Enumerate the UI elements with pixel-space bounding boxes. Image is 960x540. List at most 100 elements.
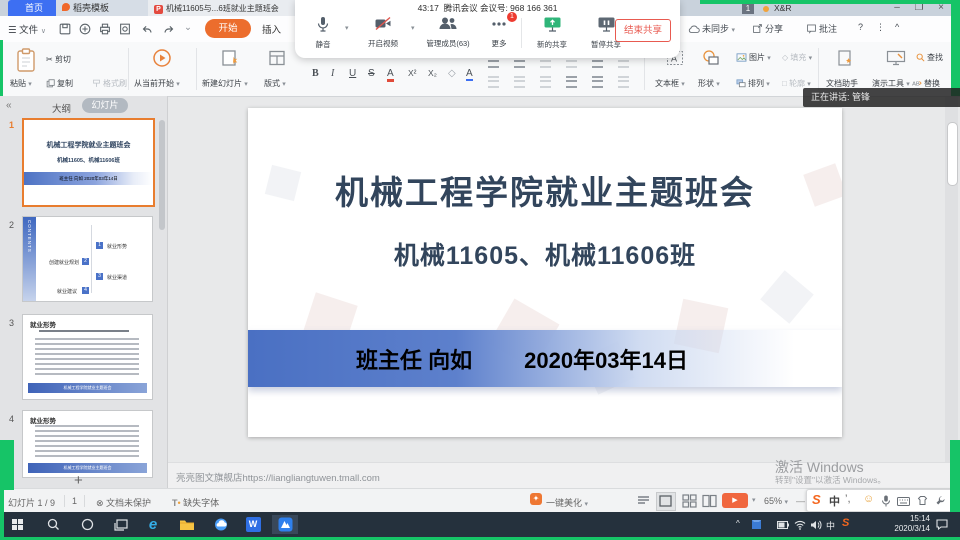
- align-right-icon[interactable]: [540, 76, 551, 88]
- split-view-icon[interactable]: [702, 494, 717, 508]
- font-color-button[interactable]: A: [387, 68, 394, 82]
- play-from-current-icon[interactable]: [152, 48, 172, 68]
- tab-home[interactable]: 首页: [8, 0, 60, 16]
- output-icon[interactable]: [78, 22, 92, 36]
- zoom-level[interactable]: 65% ▾: [764, 496, 788, 506]
- notes-view-icon[interactable]: [636, 494, 651, 508]
- cloud-sync-button[interactable]: 未同步 ▾: [688, 22, 735, 35]
- share-button[interactable]: 分享: [752, 22, 783, 35]
- help-button[interactable]: ?: [858, 22, 863, 32]
- missing-font-status[interactable]: T• 缺失字体: [172, 496, 219, 509]
- ribbon-tab-insert[interactable]: 插入: [262, 22, 281, 36]
- notification-center-button[interactable]: [932, 515, 952, 534]
- new-share-button[interactable]: 新的共享: [527, 16, 577, 50]
- zoom-out-button[interactable]: —: [796, 496, 805, 506]
- slide-canvas[interactable]: 机械工程学院就业主题班会 机械11605、机械11606班 班主任 向如 202…: [248, 108, 842, 437]
- video-options-caret[interactable]: ▾: [411, 24, 415, 32]
- shapes-button[interactable]: 形状 ▾: [698, 78, 720, 89]
- cortana-button[interactable]: [74, 515, 100, 534]
- textbox-button[interactable]: 文本框 ▾: [655, 78, 685, 89]
- copy-button[interactable]: 复制: [46, 78, 73, 89]
- beautify-icon[interactable]: ✦: [530, 493, 542, 505]
- layout-icon[interactable]: [268, 49, 286, 67]
- align-center-icon[interactable]: [514, 76, 525, 88]
- arrange-button[interactable]: 排列 ▾: [736, 78, 770, 89]
- tab-docker-templates[interactable]: 稻壳模板: [56, 0, 154, 16]
- slide-subtitle-text[interactable]: 机械11605、机械11606班: [248, 236, 842, 272]
- paste-button[interactable]: 粘贴 ▾: [10, 78, 32, 89]
- pinyin-button[interactable]: A: [466, 68, 473, 81]
- tab-outline[interactable]: 大纲: [52, 101, 71, 115]
- justify-icon[interactable]: [566, 76, 577, 88]
- slideshow-play-button[interactable]: ▶: [722, 493, 748, 508]
- doc-assistant-icon[interactable]: [836, 49, 854, 67]
- underline-button[interactable]: U: [349, 68, 356, 79]
- protect-status[interactable]: ⊗ 文档未保护: [96, 496, 151, 509]
- toolbar-more-caret[interactable]: ⌄: [184, 22, 192, 33]
- battery-tray-button[interactable]: [774, 515, 792, 534]
- keyboard-icon[interactable]: [897, 497, 910, 506]
- file-menu[interactable]: ☰ 文件 ∨: [8, 22, 46, 36]
- italic-button[interactable]: I: [331, 68, 334, 79]
- ad-text[interactable]: 亮亮图文旗舰店https://liangliangtuwen.tmall.com: [176, 470, 380, 484]
- volume-tray-button[interactable]: [808, 515, 824, 534]
- collapse-ribbon-button[interactable]: ^: [895, 22, 899, 32]
- present-tools-icon[interactable]: [886, 50, 906, 66]
- format-painter-button[interactable]: 格式刷: [92, 78, 127, 89]
- mute-button[interactable]: 静音: [303, 16, 343, 50]
- sogou-tray-icon[interactable]: S: [842, 517, 849, 529]
- strikethrough-button[interactable]: S: [368, 68, 375, 79]
- paste-icon[interactable]: [14, 47, 38, 73]
- cut-button[interactable]: ✂ 剪切: [46, 54, 71, 65]
- play-from-current-button[interactable]: 从当前开始 ▾: [134, 78, 180, 89]
- wps-button[interactable]: W: [240, 515, 266, 534]
- print-icon[interactable]: [98, 22, 112, 36]
- shapes-icon[interactable]: [702, 49, 720, 67]
- meeting-header[interactable]: 43:17 腾讯会议 会议号: 968 166 361: [295, 2, 680, 14]
- file-explorer-button[interactable]: [174, 515, 200, 534]
- search-button[interactable]: [40, 515, 66, 534]
- ime-punctuation[interactable]: ’,: [845, 493, 851, 505]
- superscript-button[interactable]: X²: [408, 68, 417, 78]
- comment-button[interactable]: 批注: [806, 22, 837, 35]
- toolbox-wrench-icon[interactable]: [935, 495, 946, 506]
- find-button[interactable]: 查找: [916, 52, 943, 63]
- titlebar-more-button[interactable]: ⋮: [876, 22, 885, 33]
- tray-expand-button[interactable]: ^: [736, 519, 740, 528]
- slide-thumbnail-3[interactable]: 就业形势 机械工程学院就业主题班会: [22, 314, 153, 400]
- tray-app-button[interactable]: [746, 515, 766, 534]
- fill-button[interactable]: ◇ 填充 ▾: [782, 52, 812, 63]
- canvas-scrollbar[interactable]: [945, 96, 958, 462]
- new-slide-icon[interactable]: [220, 48, 240, 68]
- task-view-button[interactable]: [108, 515, 134, 534]
- new-slide-button[interactable]: 新建幻灯片 ▾: [202, 78, 248, 89]
- canvas-scrollbar-thumb[interactable]: [947, 122, 958, 186]
- subscript-button[interactable]: X₂: [428, 68, 437, 78]
- slide-thumbnail-4[interactable]: 就业形势 机械工程学院就业主题班会: [22, 410, 153, 478]
- mic-options-caret[interactable]: ▾: [345, 24, 349, 32]
- emoji-icon[interactable]: ☺: [863, 493, 874, 505]
- play-caret[interactable]: ▾: [752, 496, 756, 504]
- panel-collapse-button[interactable]: «: [6, 100, 12, 111]
- wifi-tray-button[interactable]: [792, 515, 808, 534]
- layout-button[interactable]: 版式 ▾: [264, 78, 286, 89]
- beautify-button[interactable]: 一键美化 ▾: [546, 496, 588, 509]
- start-button[interactable]: [4, 515, 30, 534]
- slide-sorter-icon[interactable]: [682, 494, 697, 508]
- end-share-button[interactable]: 结束共享: [615, 19, 671, 42]
- edge-button[interactable]: e: [140, 515, 166, 534]
- normal-view-active-box[interactable]: [656, 492, 676, 511]
- print-preview-icon[interactable]: [118, 22, 132, 36]
- slide-thumbnail-2[interactable]: CONTENTS 1 就业形势 创建就业规划 2 3 就业渠道 就业建议 4: [22, 216, 153, 302]
- skin-icon[interactable]: [917, 495, 928, 506]
- redo-icon[interactable]: [162, 22, 176, 36]
- sogou-logo[interactable]: S: [812, 492, 821, 507]
- paragraph-more-icon[interactable]: [618, 76, 629, 88]
- align-left-icon[interactable]: [488, 76, 499, 88]
- clear-format-button[interactable]: ◇: [448, 68, 456, 79]
- tab-slides[interactable]: 幻灯片: [82, 98, 128, 113]
- meeting-app-button[interactable]: [272, 515, 298, 534]
- slide-thumbnail-1[interactable]: 机械工程学院就业主题班会 机械11605、机械11606班 班主任 向如 202…: [22, 118, 155, 207]
- avatar[interactable]: [763, 6, 769, 12]
- video-button[interactable]: 开启视频: [357, 16, 409, 49]
